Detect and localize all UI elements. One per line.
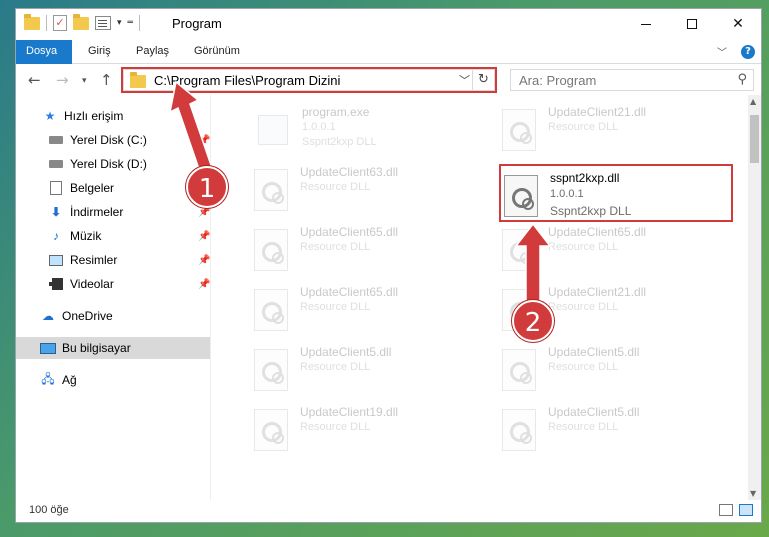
arrow-1-icon bbox=[168, 80, 213, 173]
annotation-badge-2: 2 bbox=[512, 300, 554, 342]
annotation-arrows bbox=[168, 80, 552, 307]
arrow-2-icon bbox=[514, 222, 552, 307]
annotation-badge-1: 1 bbox=[186, 166, 228, 208]
